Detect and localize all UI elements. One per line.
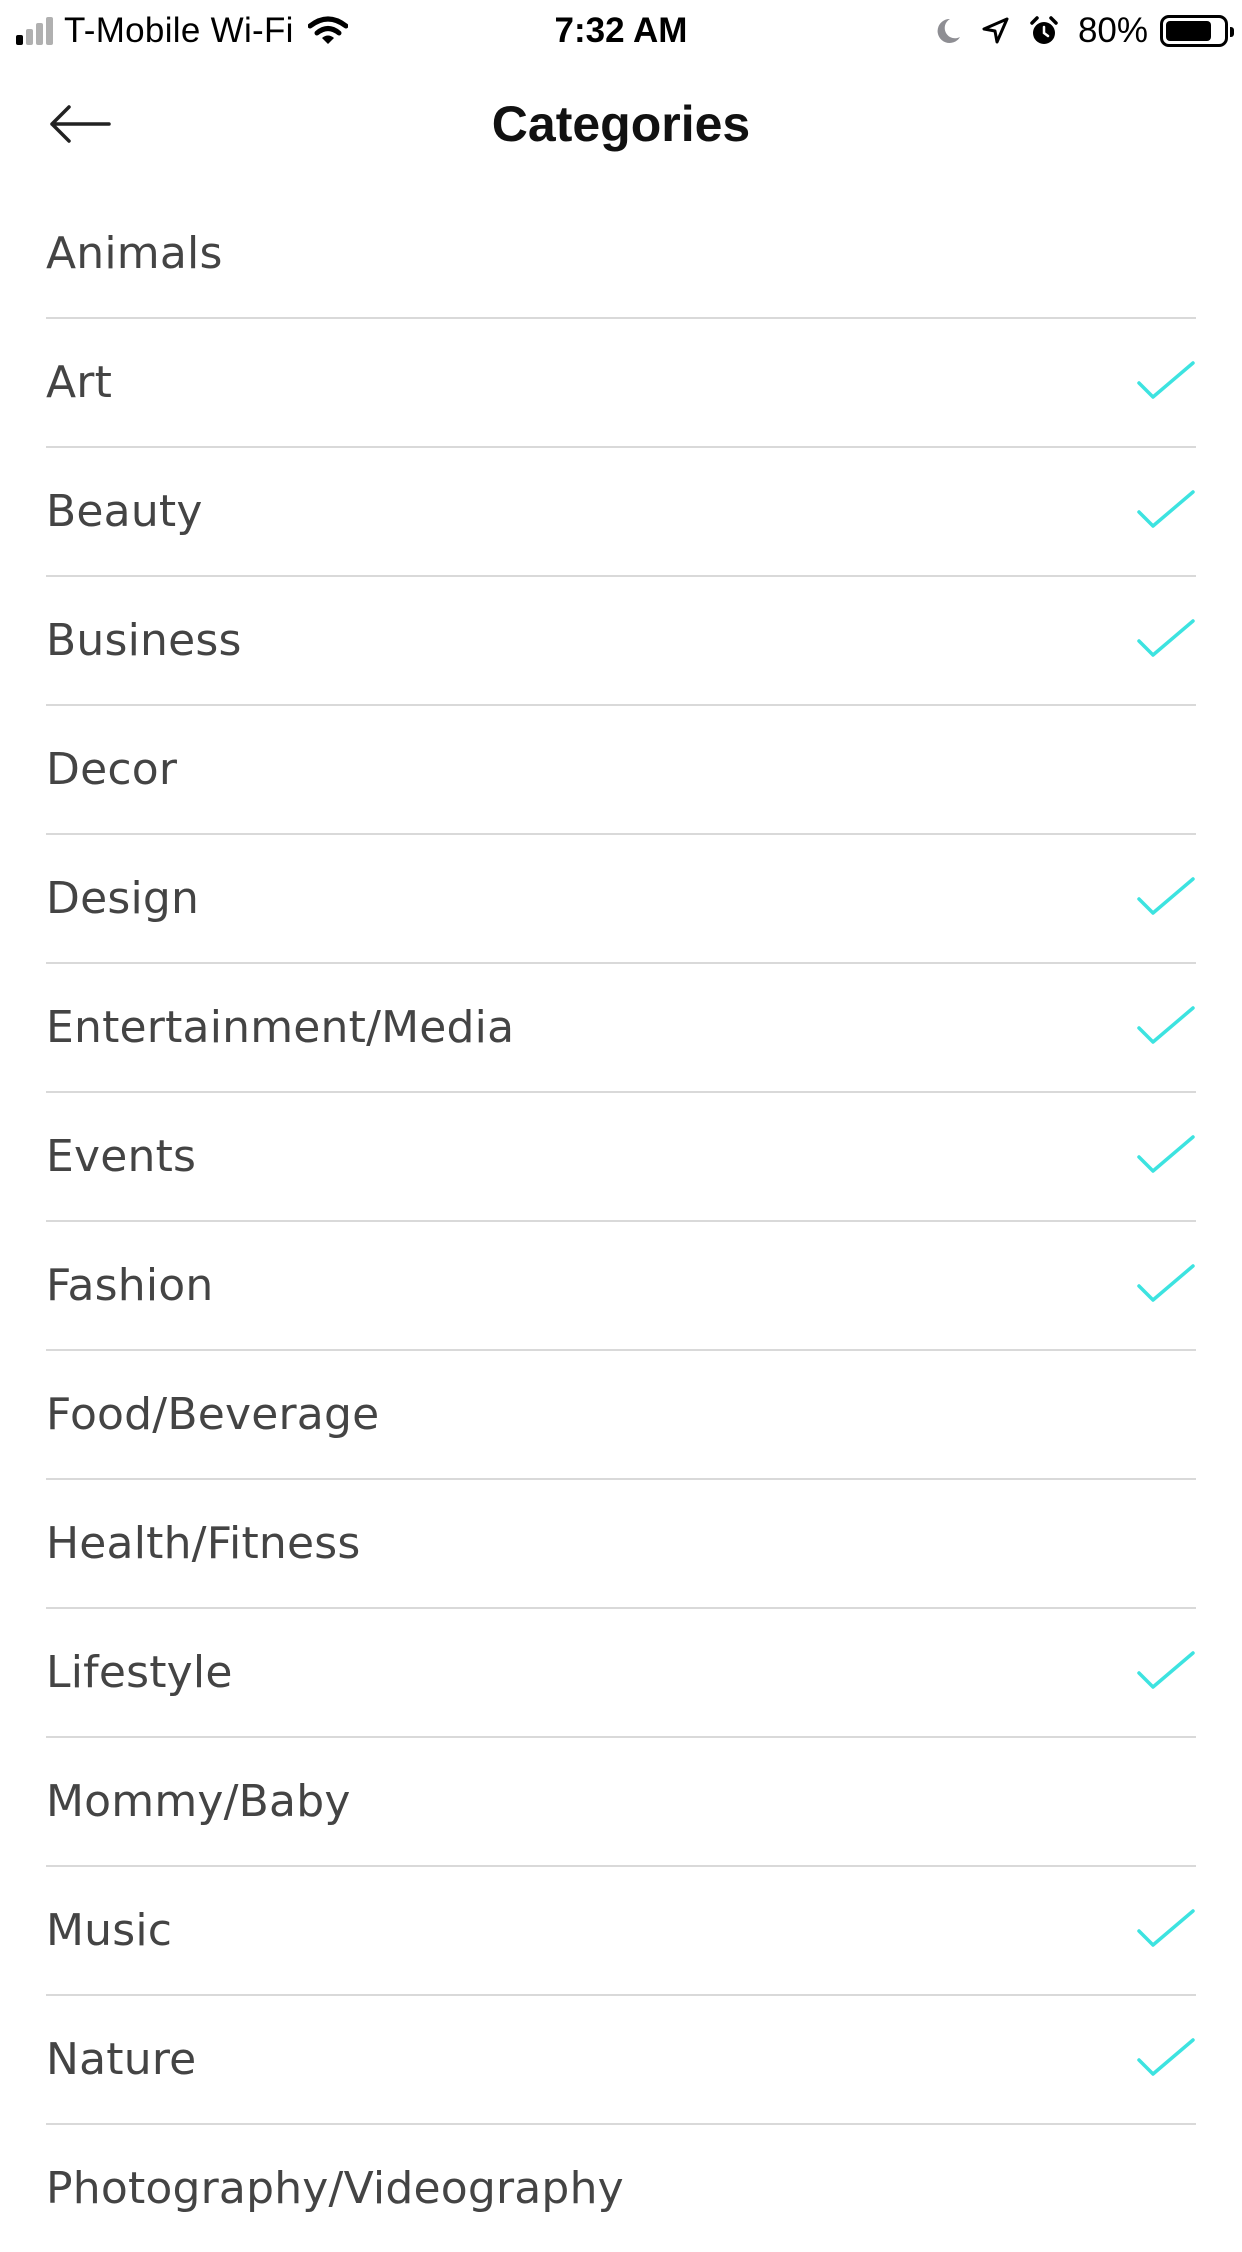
checkmark-icon [1137, 1651, 1195, 1689]
status-bar: T-Mobile Wi-Fi 7:32 AM 80% [0, 0, 1242, 62]
category-list: Animals Art Beauty Business Decor Design Enter… [0, 190, 1242, 2252]
category-label: Art [46, 357, 113, 408]
category-item[interactable]: Photography/Videography [46, 2125, 1196, 2252]
checkmark-icon [1137, 619, 1195, 657]
category-item[interactable]: Music [46, 1867, 1196, 1996]
category-label: Nature [46, 2034, 197, 2085]
battery-percent: 80% [1077, 11, 1148, 50]
moon-icon [937, 18, 960, 43]
category-item[interactable]: Beauty [46, 448, 1196, 577]
checkmark-icon [1137, 1006, 1195, 1044]
category-item[interactable]: Entertainment/Media [46, 964, 1196, 1093]
category-item[interactable]: Business [46, 577, 1196, 706]
nav-bar: Categories [0, 62, 1242, 190]
checkmark-icon [1137, 361, 1195, 399]
category-item[interactable]: Food/Beverage [46, 1351, 1196, 1480]
category-item[interactable]: Mommy/Baby [46, 1738, 1196, 1867]
category-item[interactable]: Art [46, 319, 1196, 448]
alarm-icon [1030, 16, 1058, 44]
category-label: Animals [46, 228, 223, 279]
checkmark-icon [1137, 1135, 1195, 1173]
battery-tip [1230, 27, 1234, 37]
battery-level [1166, 21, 1211, 41]
category-item[interactable]: Nature [46, 1996, 1196, 2125]
category-label: Entertainment/Media [46, 1002, 515, 1053]
category-label: Music [46, 1905, 173, 1956]
category-item[interactable]: Events [46, 1093, 1196, 1222]
category-label: Decor [46, 744, 178, 795]
category-label: Photography/Videography [46, 2163, 624, 2214]
checkmark-icon [1137, 2038, 1195, 2076]
page-title: Categories [491, 96, 751, 152]
category-label: Beauty [46, 486, 203, 537]
status-right: 80% [934, 10, 1234, 52]
checkmark-icon [1137, 490, 1195, 528]
category-item[interactable]: Health/Fitness [46, 1480, 1196, 1609]
category-label: Events [46, 1131, 197, 1182]
category-item[interactable]: Fashion [46, 1222, 1196, 1351]
checkmark-icon [1137, 1264, 1195, 1302]
category-label: Mommy/Baby [46, 1776, 351, 1827]
checkmark-icon [1137, 1909, 1195, 1947]
category-item[interactable]: Animals [46, 190, 1196, 319]
category-item[interactable]: Design [46, 835, 1196, 964]
battery-icon [1160, 15, 1234, 47]
category-label: Food/Beverage [46, 1389, 380, 1440]
location-icon [982, 17, 1009, 44]
category-label: Health/Fitness [46, 1518, 361, 1569]
category-label: Fashion [46, 1260, 214, 1311]
category-item[interactable]: Decor [46, 706, 1196, 835]
category-label: Design [46, 873, 200, 924]
category-label: Lifestyle [46, 1647, 233, 1698]
category-item[interactable]: Lifestyle [46, 1609, 1196, 1738]
category-label: Business [46, 615, 242, 666]
checkmark-icon [1137, 877, 1195, 915]
